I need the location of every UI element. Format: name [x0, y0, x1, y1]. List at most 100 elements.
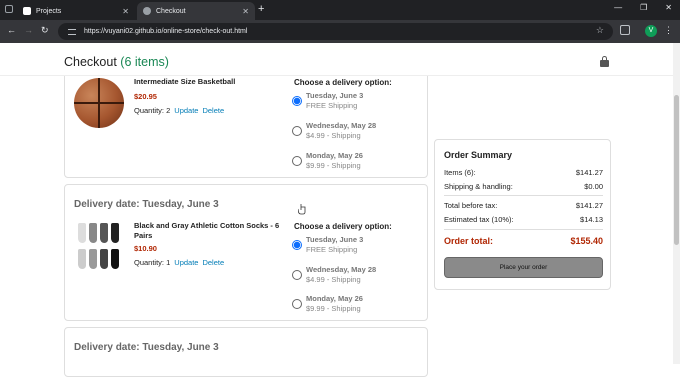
delivery-date: Delivery date: Tuesday, June 3: [74, 342, 219, 353]
summary-row: Total before tax: $141.27: [444, 201, 603, 210]
quantity-label: Quantity: 1: [134, 258, 171, 267]
product-name: Black and Gray Athletic Cotton Socks - 6…: [134, 221, 280, 240]
page-title: Checkout (6 items): [64, 55, 169, 69]
option-date: Wednesday, May 28: [306, 121, 377, 130]
option-price: $9.99 - Shipping: [306, 161, 361, 170]
delivery-option[interactable]: Wednesday, May 28 $4.99 - Shipping: [292, 121, 376, 141]
close-paren: ): [164, 55, 169, 69]
delivery-options-title: Choose a delivery option:: [294, 78, 392, 87]
quantity-label: Quantity: 2: [134, 106, 171, 115]
sock: [111, 223, 119, 243]
row-value: $14.13: [580, 215, 603, 224]
option-date: Tuesday, June 3: [306, 91, 364, 100]
summary-row: Items (6): $141.27: [444, 168, 603, 177]
checkout-header: Checkout (6 items): [0, 43, 673, 76]
option-date: Monday, May 26: [306, 151, 363, 160]
back-icon[interactable]: ←: [7, 25, 16, 35]
lock-icon: [600, 56, 609, 67]
close-tab-icon[interactable]: ✕: [122, 7, 129, 16]
option-price: FREE Shipping: [306, 245, 358, 254]
delivery-option[interactable]: Monday, May 26 $9.99 - Shipping: [292, 151, 363, 171]
product-price: $20.95: [134, 92, 157, 101]
delivery-option[interactable]: Tuesday, June 3 FREE Shipping: [292, 91, 363, 111]
option-date: Monday, May 26: [306, 294, 363, 303]
delivery-options-title: Choose a delivery option:: [294, 222, 392, 231]
address-bar[interactable]: https://vuyani02.github.io/online-store/…: [58, 23, 613, 40]
radio-unselected[interactable]: [292, 270, 302, 280]
option-date: Tuesday, June 3: [306, 235, 364, 244]
profile-avatar[interactable]: V: [645, 25, 657, 37]
quantity-row: Quantity: 1 Update Delete: [134, 258, 224, 267]
title-text: Checkout: [64, 55, 117, 69]
sock: [100, 248, 108, 269]
order-total-row: Order total: $155.40: [444, 236, 603, 246]
projects-favicon: [23, 7, 31, 15]
product-name: Intermediate Size Basketball: [134, 77, 236, 86]
option-price: $4.99 - Shipping: [306, 131, 361, 140]
radio-unselected[interactable]: [292, 156, 302, 166]
site-info-icon[interactable]: [68, 28, 76, 35]
summary-row: Shipping & handling: $0.00: [444, 182, 603, 191]
sock: [89, 248, 97, 269]
tab-search-icon[interactable]: [5, 5, 13, 13]
summary-row: Estimated tax (10%): $14.13: [444, 215, 603, 224]
tab-projects[interactable]: Projects ✕: [17, 2, 135, 20]
browser-menu-icon[interactable]: ⋮: [664, 25, 673, 36]
option-price: FREE Shipping: [306, 101, 358, 110]
place-order-button[interactable]: Place your order: [444, 257, 603, 278]
option-price: $4.99 - Shipping: [306, 275, 361, 284]
row-label: Items (6):: [444, 168, 476, 177]
divider: [444, 229, 603, 230]
radio-selected[interactable]: [292, 96, 302, 106]
delivery-option[interactable]: Tuesday, June 3 FREE Shipping: [292, 235, 363, 255]
row-value: $0.00: [584, 182, 603, 191]
radio-selected[interactable]: [292, 240, 302, 250]
sock: [78, 248, 86, 269]
quantity-row: Quantity: 2 Update Delete: [134, 106, 224, 115]
summary-title: Order Summary: [444, 150, 513, 160]
new-tab-icon[interactable]: +: [258, 3, 264, 15]
option-price: $9.99 - Shipping: [306, 304, 361, 313]
close-tab-icon[interactable]: ✕: [242, 7, 249, 16]
row-value: $141.27: [575, 201, 603, 210]
sock: [111, 248, 119, 269]
radio-unselected[interactable]: [292, 299, 302, 309]
extensions-icon[interactable]: [620, 25, 630, 35]
browser-tab-strip: Projects ✕ Checkout ✕ + — ❐ ✕: [0, 0, 680, 20]
radio-unselected[interactable]: [292, 126, 302, 136]
url-text: https://vuyani02.github.io/online-store/…: [84, 28, 248, 35]
delivery-option[interactable]: Monday, May 26 $9.99 - Shipping: [292, 294, 363, 314]
order-summary: Order Summary Items (6): $141.27 Shipping…: [434, 139, 611, 290]
delivery-option[interactable]: Wednesday, May 28 $4.99 - Shipping: [292, 265, 376, 285]
browser-toolbar: ← → ↻ https://vuyani02.github.io/online-…: [0, 20, 680, 43]
product-price: $10.90: [134, 244, 157, 253]
delivery-date: Delivery date: Tuesday, June 3: [74, 199, 219, 210]
reload-icon[interactable]: ↻: [41, 25, 49, 36]
delete-link[interactable]: Delete: [202, 258, 224, 267]
update-link[interactable]: Update: [174, 106, 198, 115]
delete-link[interactable]: Delete: [202, 106, 224, 115]
window-controls: — ❐ ✕: [614, 3, 672, 12]
tab-label: Checkout: [156, 7, 186, 15]
hand-cursor-icon: [298, 204, 306, 215]
item-count[interactable]: 6 items: [124, 55, 164, 69]
bookmark-star-icon[interactable]: ☆: [596, 25, 604, 36]
row-label: Total before tax:: [444, 201, 498, 210]
option-date: Wednesday, May 28: [306, 265, 377, 274]
sock: [89, 223, 97, 243]
page-scrollbar[interactable]: [673, 43, 680, 364]
minimize-icon[interactable]: —: [614, 3, 622, 12]
tab-checkout[interactable]: Checkout ✕: [137, 2, 255, 20]
cart-item-card: Delivery date: Tuesday, June 3: [64, 327, 428, 377]
row-value: $141.27: [575, 168, 603, 177]
scrollbar-thumb[interactable]: [674, 95, 679, 245]
update-link[interactable]: Update: [174, 258, 198, 267]
forward-icon[interactable]: →: [24, 25, 33, 35]
tab-label: Projects: [36, 7, 62, 15]
sock: [100, 223, 108, 243]
total-value: $155.40: [570, 236, 603, 246]
total-label: Order total:: [444, 236, 494, 246]
restore-icon[interactable]: ❐: [640, 3, 647, 12]
socks-image: [74, 221, 124, 271]
close-window-icon[interactable]: ✕: [665, 3, 672, 12]
